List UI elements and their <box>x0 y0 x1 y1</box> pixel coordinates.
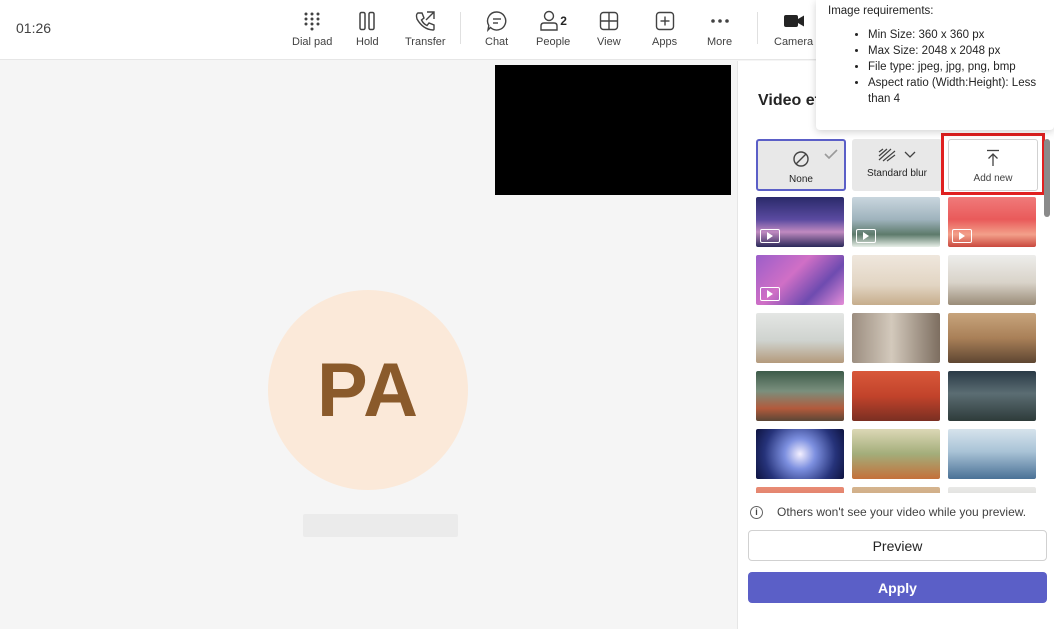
call-stage: PA <box>0 61 736 629</box>
requirements-list: Min Size: 360 x 360 px Max Size: 2048 x … <box>828 27 1042 107</box>
background-thumbnail[interactable] <box>852 487 940 493</box>
preview-button[interactable]: Preview <box>748 530 1047 561</box>
background-thumbnail[interactable] <box>948 429 1036 479</box>
people-icon <box>540 10 558 31</box>
background-thumbnail[interactable] <box>852 197 940 247</box>
apps-label: Apps <box>652 36 678 48</box>
requirement-item: File type: jpeg, jpg, png, bmp <box>868 59 1042 75</box>
view-icon <box>599 8 619 34</box>
requirement-item: Min Size: 360 x 360 px <box>868 27 1042 43</box>
background-gallery <box>756 197 1046 493</box>
chevron-down-icon <box>904 151 916 158</box>
avatar-initials: PA <box>317 347 419 433</box>
image-requirements-tooltip: Image requirements: Min Size: 360 x 360 … <box>816 0 1054 130</box>
panel-scrollbar[interactable] <box>1044 139 1050 217</box>
video-background-icon <box>760 229 780 243</box>
background-thumbnail[interactable] <box>756 371 844 421</box>
chat-label: Chat <box>485 36 509 48</box>
info-icon: i <box>750 505 763 519</box>
toolbar-divider <box>757 12 758 44</box>
people-count: 2 <box>560 14 567 28</box>
dialpad-button[interactable]: Dial pad <box>292 8 332 54</box>
add-new-label: Add new <box>973 173 1013 184</box>
background-thumbnail[interactable] <box>852 429 940 479</box>
background-thumbnail[interactable] <box>756 313 844 363</box>
hold-label: Hold <box>356 36 379 48</box>
preview-info-text: Others won't see your video while you pr… <box>777 505 1027 519</box>
people-button[interactable]: 2 People <box>536 8 570 54</box>
background-thumbnail[interactable] <box>852 255 940 305</box>
hold-icon <box>357 8 377 34</box>
background-thumbnail[interactable] <box>948 255 1036 305</box>
background-thumbnail[interactable] <box>756 255 844 305</box>
none-icon <box>793 151 809 167</box>
none-label: None <box>789 174 813 185</box>
more-icon <box>710 8 730 34</box>
hold-button[interactable]: Hold <box>356 8 379 54</box>
video-effects-panel: Video effects None Standard blur Add new… <box>737 61 1054 629</box>
video-background-icon <box>952 229 972 243</box>
self-video-preview <box>495 65 731 195</box>
call-timer: 01:26 <box>16 20 52 36</box>
background-thumbnail[interactable] <box>852 371 940 421</box>
upload-icon <box>987 149 999 166</box>
people-label: People <box>536 36 571 48</box>
background-thumbnail[interactable] <box>756 429 844 479</box>
toolbar-divider <box>460 12 461 44</box>
blur-label: Standard blur <box>866 168 928 179</box>
chat-icon <box>486 8 508 34</box>
more-button[interactable]: More <box>707 8 732 54</box>
apps-button[interactable]: Apps <box>652 8 677 54</box>
participant-name-placeholder <box>303 514 458 537</box>
effect-none-option[interactable]: None <box>756 139 846 191</box>
dialpad-icon <box>303 8 321 34</box>
dialpad-label: Dial pad <box>292 36 333 48</box>
panel-title: Video effects <box>758 92 818 109</box>
apply-button[interactable]: Apply <box>748 572 1047 603</box>
background-thumbnail[interactable] <box>756 487 844 493</box>
effect-blur-option[interactable]: Standard blur <box>852 139 942 191</box>
requirement-item: Max Size: 2048 x 2048 px <box>868 43 1042 59</box>
blur-icon <box>878 148 896 162</box>
background-thumbnail[interactable] <box>948 197 1036 247</box>
apps-icon <box>655 8 675 34</box>
more-label: More <box>707 36 733 48</box>
video-background-icon <box>760 287 780 301</box>
camera-button[interactable]: Camera <box>774 8 813 54</box>
background-thumbnail[interactable] <box>756 197 844 247</box>
background-thumbnail[interactable] <box>948 487 1036 493</box>
transfer-label: Transfer <box>405 36 446 48</box>
checkmark-icon <box>824 146 838 164</box>
view-button[interactable]: View <box>597 8 621 54</box>
camera-icon <box>783 8 805 34</box>
chat-button[interactable]: Chat <box>485 8 508 54</box>
background-thumbnail[interactable] <box>948 371 1036 421</box>
tooltip-title: Image requirements: <box>828 5 934 17</box>
video-background-icon <box>856 229 876 243</box>
preview-info: i Others won't see your video while you … <box>750 505 1026 519</box>
transfer-icon <box>414 8 436 34</box>
camera-label: Camera <box>774 36 814 48</box>
background-thumbnail[interactable] <box>948 313 1036 363</box>
background-thumbnail[interactable] <box>852 313 940 363</box>
view-label: View <box>597 36 621 48</box>
transfer-button[interactable]: Transfer <box>405 8 446 54</box>
add-new-background-button[interactable]: Add new <box>948 139 1038 191</box>
people-icon-wrap: 2 <box>539 8 567 34</box>
requirement-item: Aspect ratio (Width:Height): Less than 4 <box>868 75 1042 107</box>
participant-avatar: PA <box>268 290 468 490</box>
